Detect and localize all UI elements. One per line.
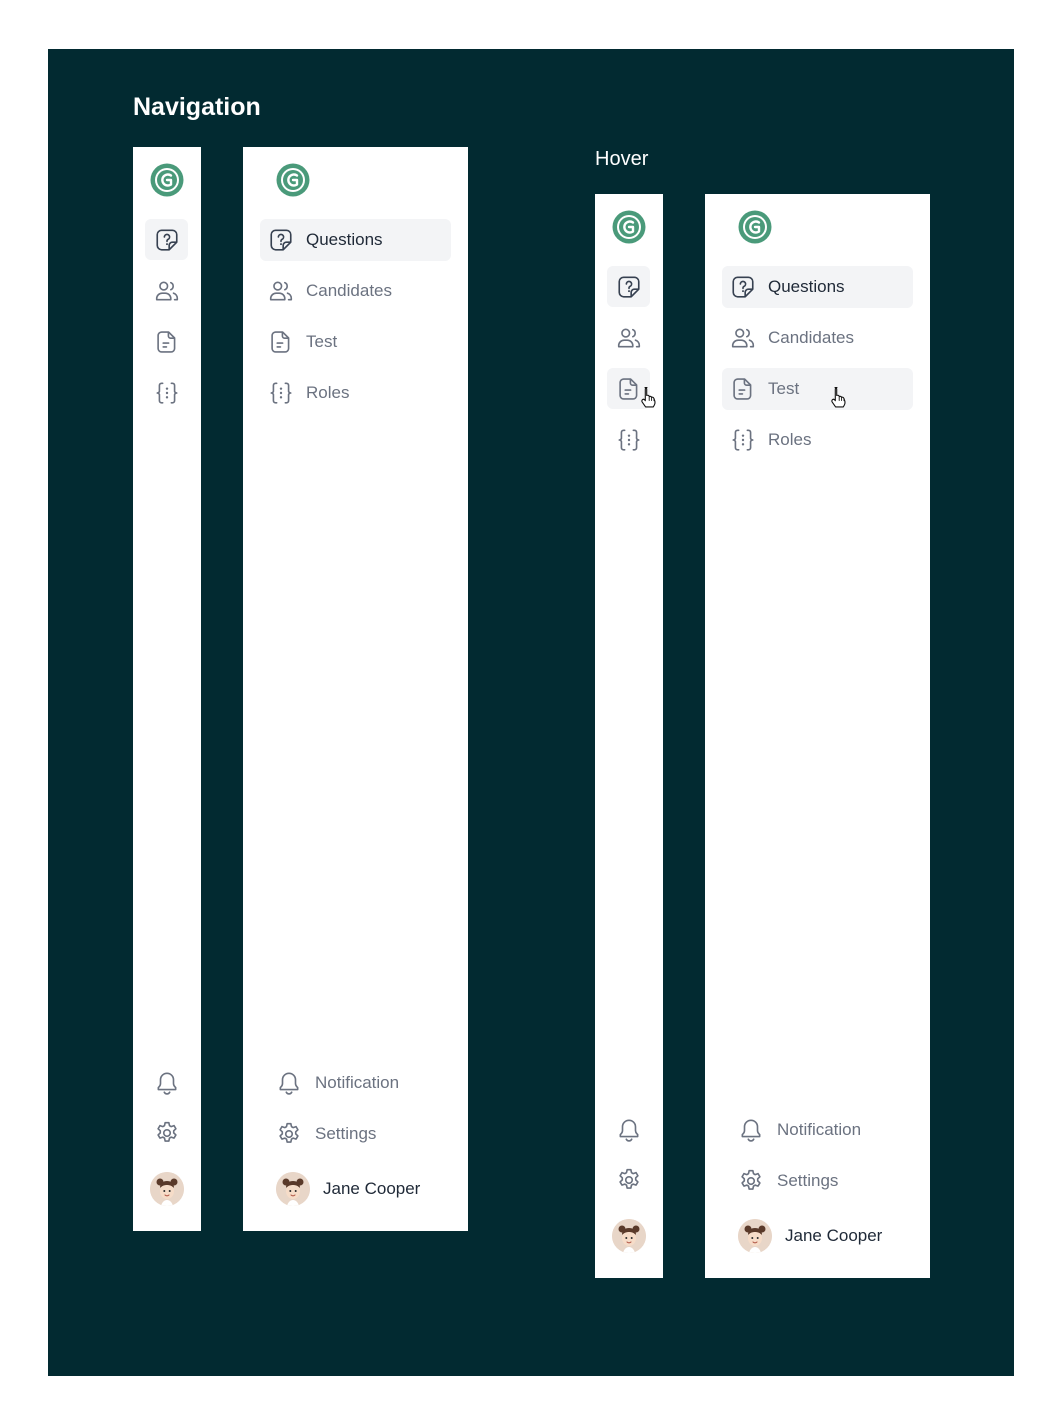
users-icon [730,325,756,351]
nav-item-label: Questions [768,277,845,296]
collapsed-sidebar-hover [595,194,663,1278]
nav-item-label: Questions [306,230,383,249]
expanded-sidebar: Questions Candidates Test Roles Notifica… [243,147,468,1231]
notification-label: Notification [315,1073,400,1092]
user-name: Jane Cooper [785,1226,883,1245]
question-square-icon [268,227,294,253]
nav-item-label: Test [306,332,338,351]
settings-link[interactable]: Settings [738,1164,838,1198]
rail-item-candidates[interactable] [607,317,650,358]
nav-item-candidates[interactable]: Candidates [260,270,451,312]
settings-label: Settings [315,1124,377,1143]
user-profile[interactable]: Jane Cooper [276,1172,420,1206]
gear-icon[interactable] [154,1120,180,1146]
bell-icon [276,1070,302,1096]
nav-item-roles[interactable]: Roles [722,419,913,461]
nav-item-test[interactable]: Test [722,368,913,410]
avatar [738,1219,772,1253]
nav-item-roles[interactable]: Roles [260,372,451,414]
g-logo-icon[interactable] [612,210,646,244]
question-square-icon [154,227,180,253]
nav-item-label: Candidates [306,281,393,300]
canvas: Navigation Hover Questions Candidates Te… [48,49,1014,1376]
section-title-navigation: Navigation [133,93,261,121]
avatar [276,1172,310,1206]
rail-item-roles[interactable] [145,372,188,413]
rail-item-roles[interactable] [607,419,650,460]
rail-item-questions[interactable] [607,266,650,307]
nav-item-label: Roles [306,383,350,402]
nav-item-test[interactable]: Test [260,321,451,363]
avatar[interactable] [612,1219,646,1253]
settings-label: Settings [777,1171,839,1190]
notification-link[interactable]: Notification [738,1113,861,1147]
document-icon [154,329,180,355]
rail-item-candidates[interactable] [145,270,188,311]
notification-link[interactable]: Notification [276,1066,399,1100]
g-logo-icon[interactable] [276,163,310,197]
expanded-sidebar-hover: Questions Candidates Test Roles Notifica… [705,194,930,1278]
nav-item-candidates[interactable]: Candidates [722,317,913,359]
nav-item-label: Test [768,379,800,398]
section-title-hover: Hover [595,148,649,170]
notification-label: Notification [777,1120,862,1139]
nav-item-label: Roles [768,430,812,449]
pointer-cursor-icon [829,386,849,408]
gear-icon [738,1168,764,1194]
document-icon [730,376,756,402]
avatar[interactable] [150,1172,184,1206]
question-square-icon [616,274,642,300]
nav-item-label: Candidates [768,328,855,347]
gear-icon [276,1121,302,1147]
question-square-icon [730,274,756,300]
braces-icon [730,427,756,453]
braces-icon [154,380,180,406]
g-logo-icon[interactable] [738,210,772,244]
document-icon [616,376,642,402]
pointer-cursor-icon [639,386,659,408]
users-icon [268,278,294,304]
users-icon [616,325,642,351]
collapsed-sidebar [133,147,201,1231]
nav-item-questions[interactable]: Questions [260,219,451,261]
user-profile[interactable]: Jane Cooper [738,1219,882,1253]
document-icon [268,329,294,355]
rail-item-questions[interactable] [145,219,188,260]
gear-icon[interactable] [616,1167,642,1193]
bell-icon[interactable] [616,1117,642,1143]
rail-item-test[interactable] [145,321,188,362]
braces-icon [268,380,294,406]
braces-icon [616,427,642,453]
settings-link[interactable]: Settings [276,1117,376,1151]
user-name: Jane Cooper [323,1179,421,1198]
users-icon [154,278,180,304]
nav-item-questions[interactable]: Questions [722,266,913,308]
bell-icon[interactable] [154,1070,180,1096]
g-logo-icon[interactable] [150,163,184,197]
bell-icon [738,1117,764,1143]
